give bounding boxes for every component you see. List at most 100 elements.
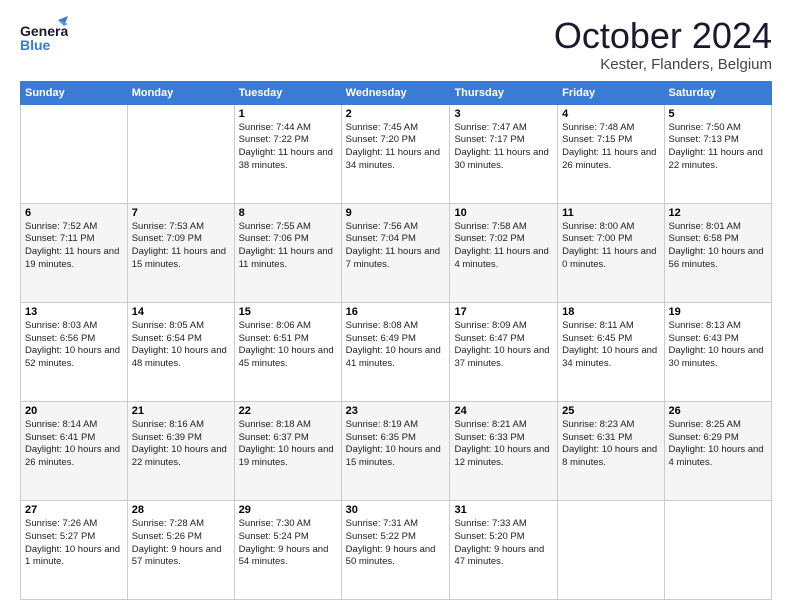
weekday-header-saturday: Saturday [664, 81, 771, 104]
calendar-cell: 28 Sunrise: 7:28 AMSunset: 5:26 PMDayligh… [127, 500, 234, 599]
day-info: Sunrise: 7:56 AMSunset: 7:04 PMDaylight:… [346, 221, 446, 272]
day-number: 29 [239, 504, 337, 516]
calendar-cell: 27 Sunrise: 7:26 AMSunset: 5:27 PMDayligh… [21, 500, 128, 599]
day-number: 23 [346, 405, 446, 417]
calendar-cell: 3Sunrise: 7:47 AMSunset: 7:17 PMDaylight… [450, 104, 558, 203]
day-number: 2 [346, 108, 446, 120]
calendar-cell: 18Sunrise: 8:11 AMSunset: 6:45 PMDayligh… [558, 302, 664, 401]
day-info: Sunrise: 8:08 AMSunset: 6:49 PMDaylight:… [346, 320, 446, 371]
calendar-cell: 13 Sunrise: 8:03 AMSunset: 6:56 PMDayligh… [21, 302, 128, 401]
day-info: Sunrise: 7:47 AMSunset: 7:17 PMDaylight:… [454, 122, 553, 173]
day-number: 31 [454, 504, 553, 516]
day-info: Sunrise: 7:26 AMSunset: 5:27 PMDaylight:… [25, 518, 123, 569]
day-number: 8 [239, 207, 337, 219]
calendar-cell: 24 Sunrise: 8:21 AMSunset: 6:33 PMDayligh… [450, 401, 558, 500]
day-number: 28 [132, 504, 230, 516]
calendar-cell: 6 Sunrise: 7:52 AMSunset: 7:11 PMDaylight… [21, 203, 128, 302]
calendar-cell [127, 104, 234, 203]
logo: General Blue [20, 16, 68, 54]
calendar-week-4: 20 Sunrise: 8:14 AMSunset: 6:41 PMDayligh… [21, 401, 772, 500]
calendar-cell: 2Sunrise: 7:45 AMSunset: 7:20 PMDaylight… [341, 104, 450, 203]
calendar-cell: 26 Sunrise: 8:25 AMSunset: 6:29 PMDayligh… [664, 401, 771, 500]
calendar-cell: 16Sunrise: 8:08 AMSunset: 6:49 PMDayligh… [341, 302, 450, 401]
day-number: 13 [25, 306, 123, 318]
weekday-header-thursday: Thursday [450, 81, 558, 104]
day-number: 7 [132, 207, 230, 219]
calendar-week-3: 13 Sunrise: 8:03 AMSunset: 6:56 PMDayligh… [21, 302, 772, 401]
day-number: 5 [669, 108, 767, 120]
day-number: 9 [346, 207, 446, 219]
day-number: 6 [25, 207, 123, 219]
day-info: Sunrise: 7:48 AMSunset: 7:15 PMDaylight:… [562, 122, 659, 173]
day-number: 27 [25, 504, 123, 516]
day-info: Sunrise: 7:28 AMSunset: 5:26 PMDaylight:… [132, 518, 230, 569]
calendar-cell: 5 Sunrise: 7:50 AMSunset: 7:13 PMDaylight… [664, 104, 771, 203]
day-number: 22 [239, 405, 337, 417]
day-info: Sunrise: 8:19 AMSunset: 6:35 PMDaylight:… [346, 419, 446, 470]
calendar-cell: 8 Sunrise: 7:55 AMSunset: 7:06 PMDaylight… [234, 203, 341, 302]
day-number: 4 [562, 108, 659, 120]
day-info: Sunrise: 8:21 AMSunset: 6:33 PMDaylight:… [454, 419, 553, 470]
day-number: 25 [562, 405, 659, 417]
weekday-header-tuesday: Tuesday [234, 81, 341, 104]
day-info: Sunrise: 8:00 AMSunset: 7:00 PMDaylight:… [562, 221, 659, 272]
calendar-cell: 1Sunrise: 7:44 AMSunset: 7:22 PMDaylight… [234, 104, 341, 203]
day-number: 17 [454, 306, 553, 318]
day-number: 26 [669, 405, 767, 417]
day-number: 12 [669, 207, 767, 219]
calendar-week-2: 6 Sunrise: 7:52 AMSunset: 7:11 PMDaylight… [21, 203, 772, 302]
calendar-table: SundayMondayTuesdayWednesdayThursdayFrid… [20, 81, 772, 600]
location: Kester, Flanders, Belgium [554, 56, 772, 73]
calendar-cell: 20 Sunrise: 8:14 AMSunset: 6:41 PMDayligh… [21, 401, 128, 500]
calendar-cell: 14Sunrise: 8:05 AMSunset: 6:54 PMDayligh… [127, 302, 234, 401]
calendar-week-5: 27 Sunrise: 7:26 AMSunset: 5:27 PMDayligh… [21, 500, 772, 599]
calendar-cell: 23 Sunrise: 8:19 AMSunset: 6:35 PMDayligh… [341, 401, 450, 500]
day-info: Sunrise: 7:53 AMSunset: 7:09 PMDaylight:… [132, 221, 230, 272]
day-info: Sunrise: 8:09 AMSunset: 6:47 PMDaylight:… [454, 320, 553, 371]
calendar-cell: 12 Sunrise: 8:01 AMSunset: 6:58 PMDayligh… [664, 203, 771, 302]
day-info: Sunrise: 7:31 AMSunset: 5:22 PMDaylight:… [346, 518, 446, 569]
calendar-cell: 7 Sunrise: 7:53 AMSunset: 7:09 PMDaylight… [127, 203, 234, 302]
calendar-cell [21, 104, 128, 203]
calendar-cell: 30 Sunrise: 7:31 AMSunset: 5:22 PMDayligh… [341, 500, 450, 599]
day-info: Sunrise: 8:01 AMSunset: 6:58 PMDaylight:… [669, 221, 767, 272]
day-info: Sunrise: 8:18 AMSunset: 6:37 PMDaylight:… [239, 419, 337, 470]
calendar-cell: 4 Sunrise: 7:48 AMSunset: 7:15 PMDaylight… [558, 104, 664, 203]
day-number: 20 [25, 405, 123, 417]
day-number: 18 [562, 306, 659, 318]
calendar-cell [664, 500, 771, 599]
svg-text:Blue: Blue [20, 37, 51, 53]
day-number: 30 [346, 504, 446, 516]
calendar-cell: 25 Sunrise: 8:23 AMSunset: 6:31 PMDayligh… [558, 401, 664, 500]
day-info: Sunrise: 7:50 AMSunset: 7:13 PMDaylight:… [669, 122, 767, 173]
calendar-cell: 21Sunrise: 8:16 AMSunset: 6:39 PMDayligh… [127, 401, 234, 500]
day-info: Sunrise: 8:03 AMSunset: 6:56 PMDaylight:… [25, 320, 123, 371]
day-number: 21 [132, 405, 230, 417]
calendar-cell: 17 Sunrise: 8:09 AMSunset: 6:47 PMDayligh… [450, 302, 558, 401]
day-info: Sunrise: 7:52 AMSunset: 7:11 PMDaylight:… [25, 221, 123, 272]
header: General Blue October 2024 Kester, Flande… [20, 16, 772, 73]
day-info: Sunrise: 7:55 AMSunset: 7:06 PMDaylight:… [239, 221, 337, 272]
day-number: 14 [132, 306, 230, 318]
day-info: Sunrise: 7:33 AMSunset: 5:20 PMDaylight:… [454, 518, 553, 569]
day-number: 11 [562, 207, 659, 219]
day-number: 10 [454, 207, 553, 219]
day-info: Sunrise: 8:23 AMSunset: 6:31 PMDaylight:… [562, 419, 659, 470]
page: General Blue October 2024 Kester, Flande… [0, 0, 792, 612]
day-info: Sunrise: 8:13 AMSunset: 6:43 PMDaylight:… [669, 320, 767, 371]
calendar-cell: 31 Sunrise: 7:33 AMSunset: 5:20 PMDayligh… [450, 500, 558, 599]
calendar-cell: 11 Sunrise: 8:00 AMSunset: 7:00 PMDayligh… [558, 203, 664, 302]
weekday-header-monday: Monday [127, 81, 234, 104]
calendar-cell: 15Sunrise: 8:06 AMSunset: 6:51 PMDayligh… [234, 302, 341, 401]
weekday-header-friday: Friday [558, 81, 664, 104]
day-info: Sunrise: 8:25 AMSunset: 6:29 PMDaylight:… [669, 419, 767, 470]
calendar-cell [558, 500, 664, 599]
title-block: October 2024 Kester, Flanders, Belgium [554, 16, 772, 73]
calendar-cell: 10Sunrise: 7:58 AMSunset: 7:02 PMDayligh… [450, 203, 558, 302]
day-info: Sunrise: 8:14 AMSunset: 6:41 PMDaylight:… [25, 419, 123, 470]
day-number: 24 [454, 405, 553, 417]
month-title: October 2024 [554, 16, 772, 56]
calendar-cell: 29 Sunrise: 7:30 AMSunset: 5:24 PMDayligh… [234, 500, 341, 599]
calendar-week-1: 1Sunrise: 7:44 AMSunset: 7:22 PMDaylight… [21, 104, 772, 203]
day-info: Sunrise: 7:30 AMSunset: 5:24 PMDaylight:… [239, 518, 337, 569]
